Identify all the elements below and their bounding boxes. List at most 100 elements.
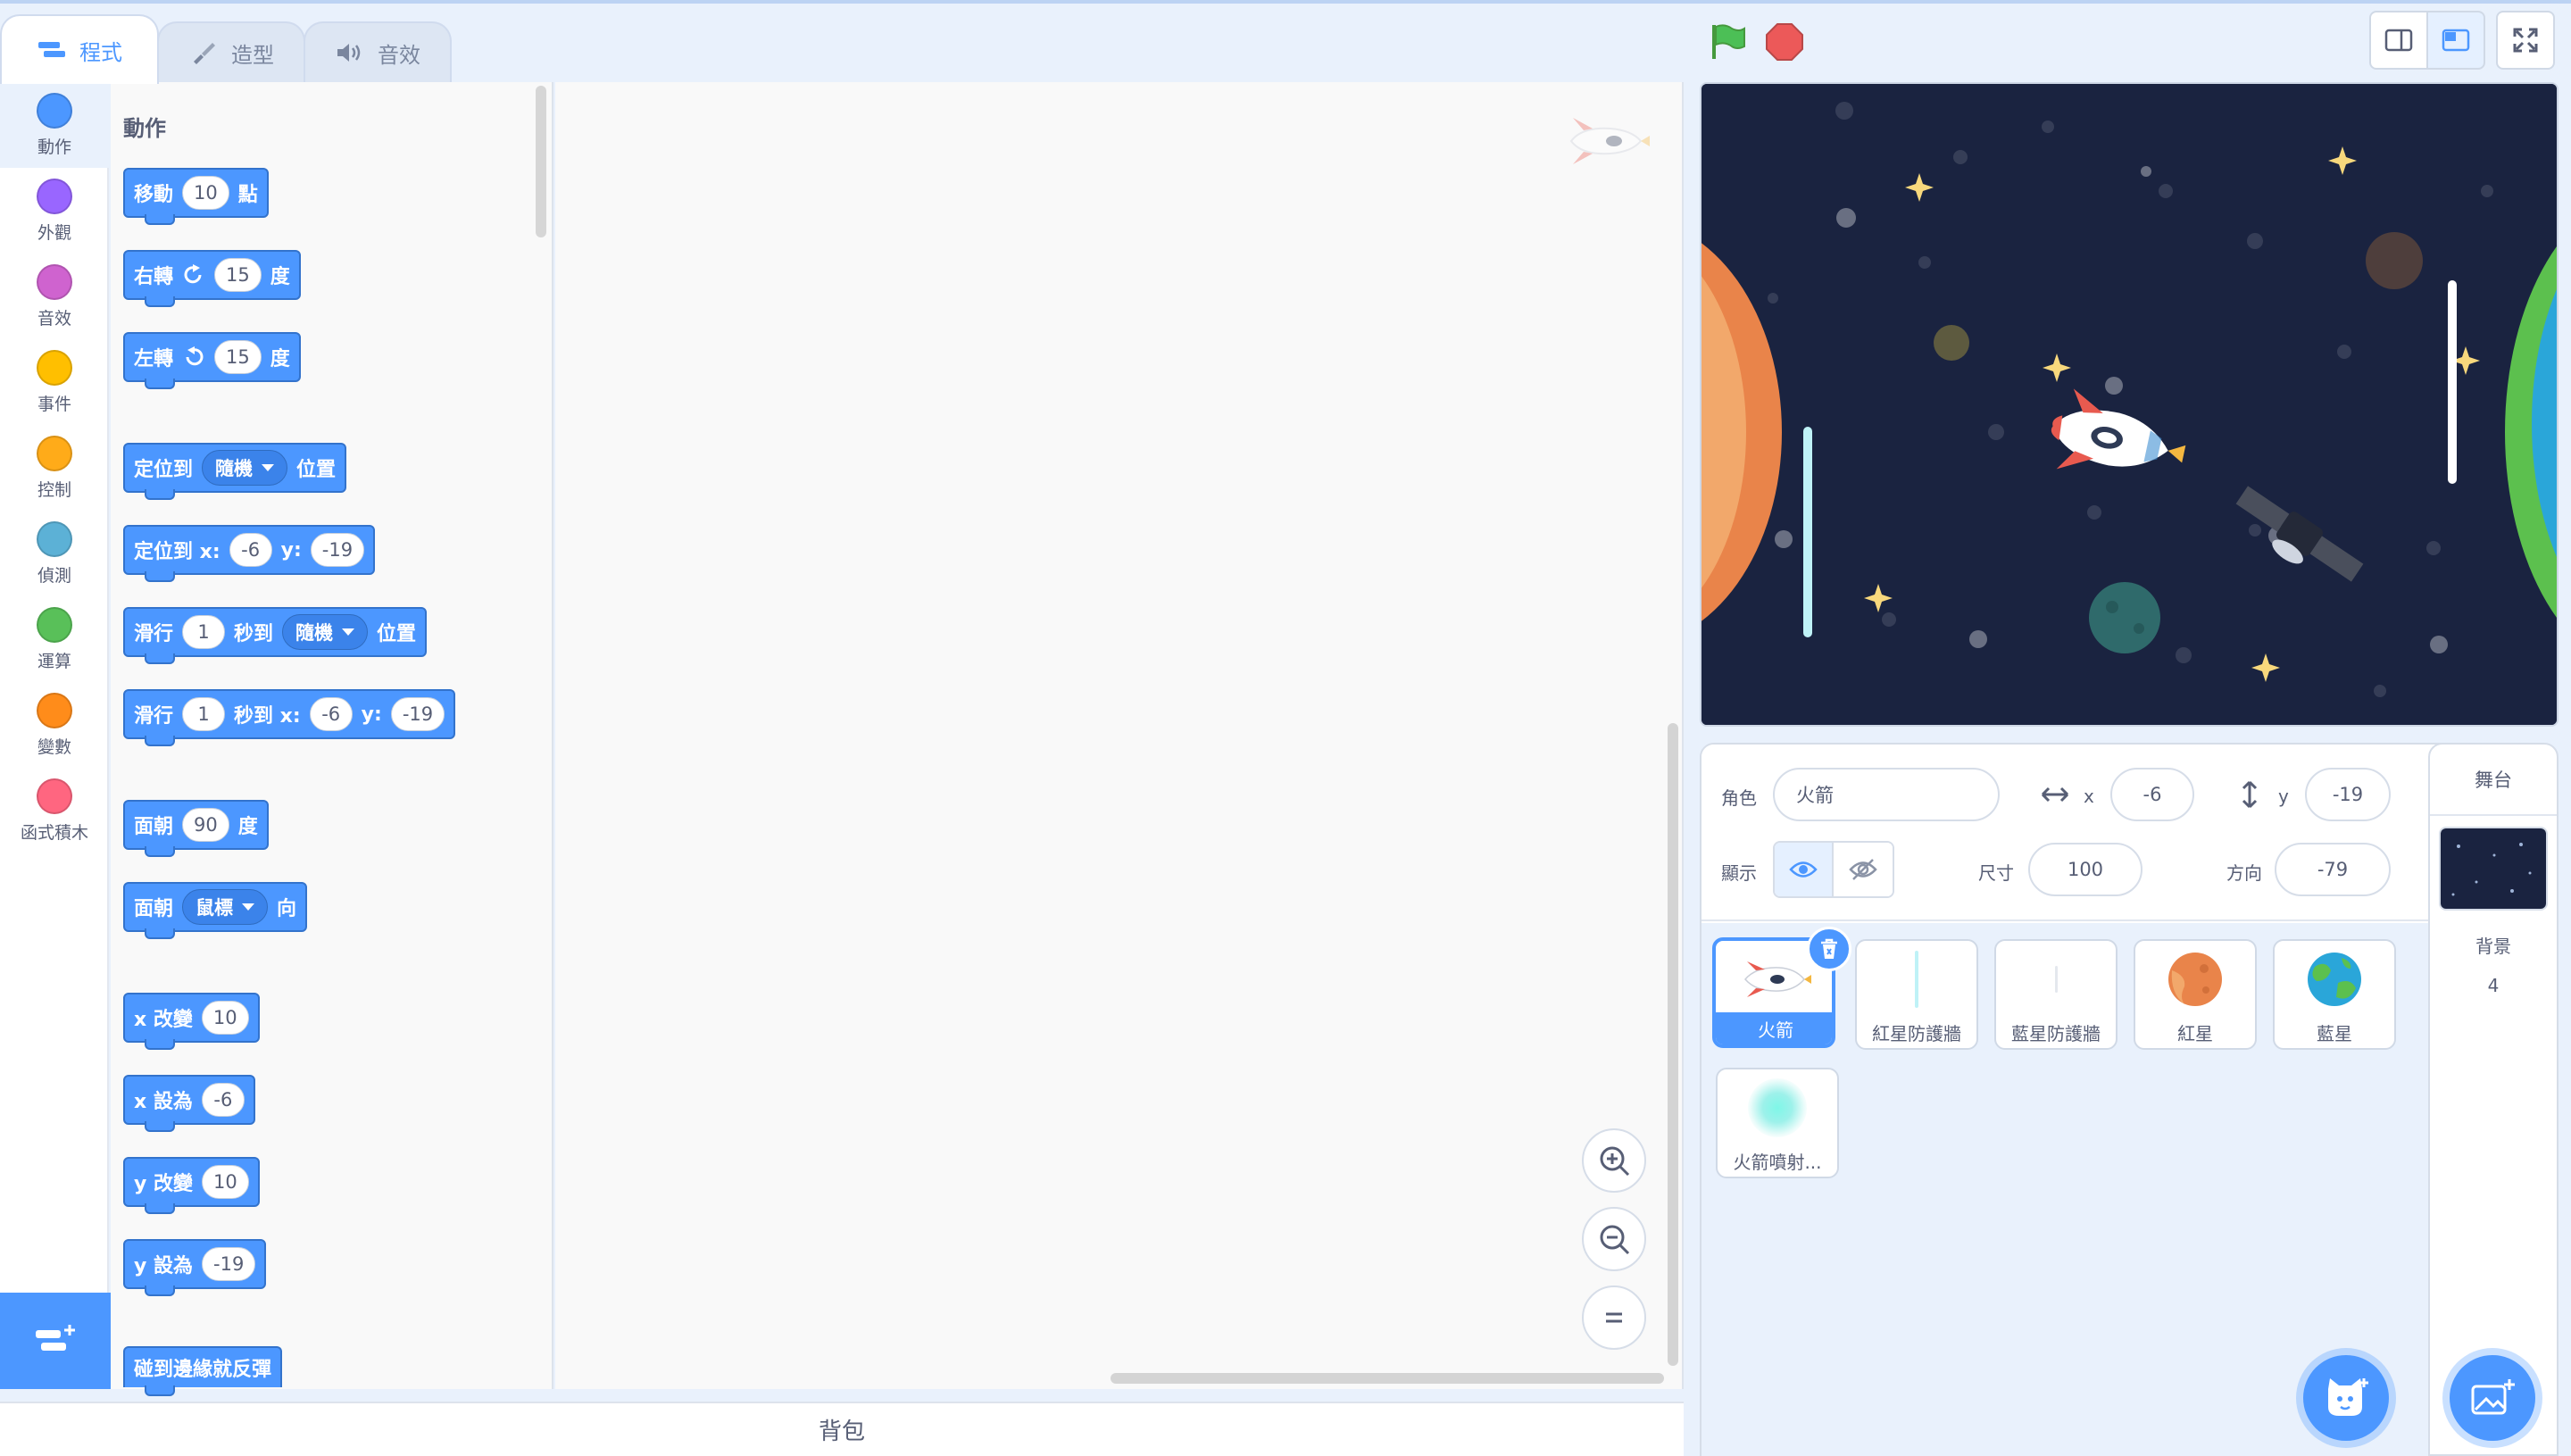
block-input[interactable]: -19 [390,697,445,731]
delete-sprite-button[interactable] [1807,927,1851,971]
backpack-bar[interactable]: 背包 [0,1402,1684,1456]
sprite-tile-blue-planet[interactable]: 藍星 [2273,939,2396,1050]
category-sensing[interactable]: 偵測 [0,511,109,596]
block-input[interactable]: 10 [202,1165,249,1199]
tab-code[interactable]: 程式 [0,14,159,84]
block-goto[interactable]: 定位到 隨機 位置 [123,443,347,500]
direction-label: 方向 [2226,862,2262,884]
category-variables[interactable]: 變數 [0,682,109,768]
category-menu: 動作 外觀 音效 事件 控制 偵測 運算 變數 函式積木 [0,82,109,1294]
small-stage-button[interactable] [2369,11,2428,70]
block-input[interactable]: -19 [202,1247,256,1281]
block-text: x 設為 [134,1091,193,1113]
top-accent-line [0,0,2571,4]
sprite-tile-red-planet[interactable]: 紅星 [2134,939,2257,1050]
sprite-name: 火箭噴射... [1733,1151,1822,1173]
zoom-reset-button[interactable] [1582,1285,1646,1350]
sprite-name-input[interactable]: 火箭 [1773,768,2000,821]
script-vertical-scrollbar[interactable] [1668,723,1678,1366]
block-input[interactable]: -19 [310,533,365,567]
trash-icon [1821,938,1837,959]
category-dot [37,436,72,471]
tab-costumes[interactable]: 造型 [157,21,305,82]
block-input[interactable]: 10 [182,176,229,210]
brush-icon [188,43,219,64]
block-set-y[interactable]: y 設為 -19 [123,1239,267,1296]
choose-backdrop-button[interactable] [2450,1355,2535,1441]
sprite-name: 藍星 [2317,1022,2352,1044]
block-text: 度 [270,266,290,288]
add-extension-button[interactable] [0,1293,111,1389]
block-move-steps[interactable]: 移動 10 點 [123,168,269,225]
block-input[interactable]: 15 [214,258,262,292]
category-dot [37,607,72,643]
goto-dropdown[interactable]: 隨機 [202,450,288,486]
small-stage-icon [2384,29,2413,52]
tab-sounds[interactable]: 音效 [304,21,452,82]
stage-canvas[interactable] [1700,82,2559,727]
block-input[interactable]: 1 [182,697,226,731]
direction-input[interactable]: -79 [2275,843,2391,896]
block-change-y[interactable]: y 改變 10 [123,1157,260,1214]
rocket-icon [1744,961,1811,997]
block-turn-right[interactable]: 右轉 15 度 [123,250,301,307]
script-area[interactable] [555,82,1684,1389]
x-input[interactable]: -6 [2110,768,2194,821]
script-horizontal-scrollbar[interactable] [1111,1373,1664,1384]
block-bounce[interactable]: 碰到邊緣就反彈 [123,1346,283,1396]
size-input[interactable]: 100 [2028,843,2142,896]
green-flag-button[interactable] [1707,21,1748,66]
stop-button[interactable] [1764,21,1805,66]
sprite-name: 紅星 [2177,1022,2213,1044]
block-glide-xy[interactable]: 滑行 1 秒到 x: -6 y: -19 [123,689,456,746]
block-glide[interactable]: 滑行 1 秒到 隨機 位置 [123,607,428,664]
block-text: 位置 [377,623,417,645]
hide-button[interactable] [1834,843,1893,896]
category-operators[interactable]: 運算 [0,596,109,682]
block-turn-left[interactable]: 左轉 15 度 [123,332,301,389]
zoom-out-button[interactable] [1582,1207,1646,1271]
block-set-x[interactable]: x 設為 -6 [123,1075,255,1132]
block-input[interactable]: 15 [214,340,262,374]
palette-scrollbar[interactable] [536,86,546,237]
x-label: x [2084,786,2094,807]
show-button[interactable] [1775,843,1835,896]
glide-dropdown[interactable]: 隨機 [282,614,369,650]
category-events[interactable]: 事件 [0,339,109,425]
sprite-tile-red-wall[interactable]: 紅星防護牆 [1855,939,1978,1050]
block-input[interactable]: 1 [182,615,226,649]
eye-hidden-icon [1849,859,1877,880]
category-motion[interactable]: 動作 [0,82,109,168]
block-goto-xy[interactable]: 定位到 x: -6 y: -19 [123,525,376,582]
sprite-tile-rocket-thrust[interactable]: 火箭噴射... [1716,1068,1839,1178]
zoom-in-button[interactable] [1582,1128,1646,1193]
block-text: 面朝 [134,816,174,838]
fullscreen-button[interactable] [2496,11,2555,70]
point-towards-dropdown[interactable]: 鼠標 [182,889,269,925]
choose-sprite-button[interactable] [2303,1355,2389,1441]
block-point-towards[interactable]: 面朝 鼠標 向 [123,882,308,939]
thrust-glow-icon [1748,1078,1807,1137]
category-sound[interactable]: 音效 [0,254,109,339]
block-text: x 改變 [134,1009,193,1031]
block-input[interactable]: 10 [201,1001,249,1035]
category-label: 偵測 [37,566,71,586]
normal-stage-button[interactable] [2426,11,2485,70]
block-text: 定位到 [134,459,194,481]
block-point-direction[interactable]: 面朝 90 度 [123,800,269,857]
block-text: 滑行 [134,705,174,728]
y-input[interactable]: -19 [2305,768,2391,821]
category-looks[interactable]: 外觀 [0,168,109,254]
category-control[interactable]: 控制 [0,425,109,511]
block-input[interactable]: -6 [309,697,353,731]
sprite-tile-blue-wall[interactable]: 藍星防護牆 [1994,939,2118,1050]
block-input[interactable]: -6 [201,1083,245,1117]
block-text: 位置 [296,459,337,481]
block-input[interactable]: -6 [229,533,272,567]
block-input[interactable]: 90 [182,808,229,842]
sprite-name: 火箭 [1716,1012,1832,1044]
extension-icon [36,1325,75,1351]
backdrop-thumbnail[interactable] [2439,827,2548,911]
block-change-x[interactable]: x 改變 10 [123,993,260,1050]
category-my-blocks[interactable]: 函式積木 [0,768,109,853]
